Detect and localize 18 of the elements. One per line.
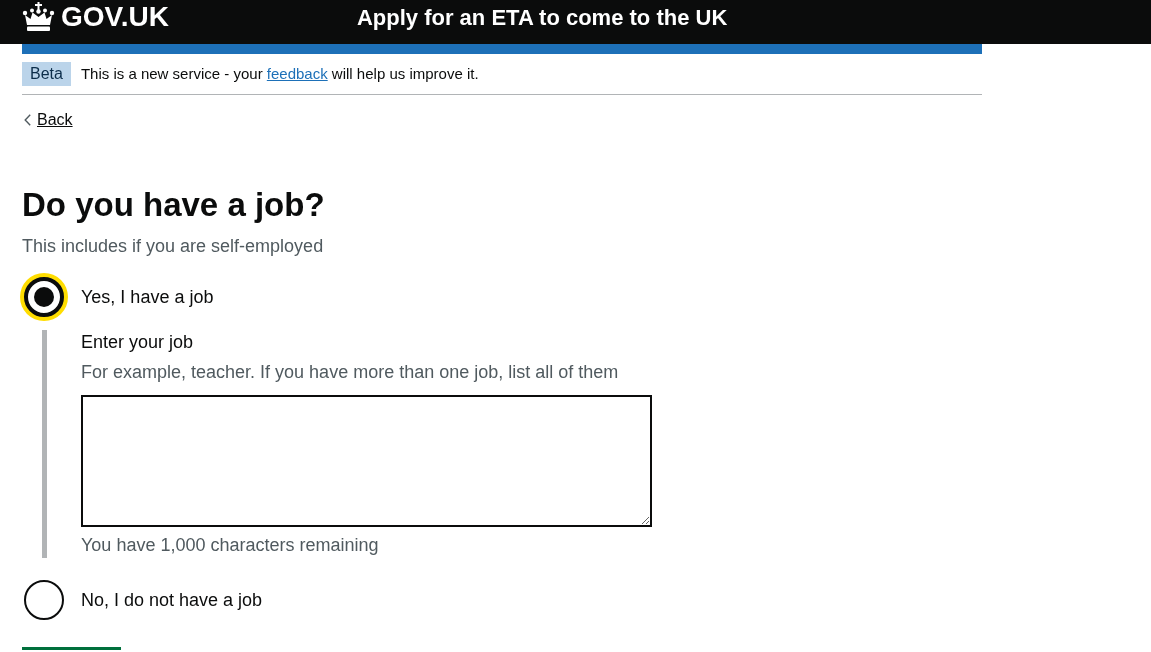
textarea-field[interactable] [81,395,652,527]
radio-button[interactable] [24,580,64,620]
radio-label[interactable]: Yes, I have a job [81,284,214,310]
radio-label[interactable]: No, I do not have a job [81,587,263,613]
feedback-link[interactable]: feedback [266,65,328,82]
page-heading: Do you have a job? [22,185,325,225]
field-label: Enter your job [81,331,194,354]
back-link[interactable]: Back [22,110,73,130]
chevron-left-icon [24,114,31,126]
home-link[interactable]: GOV.UK [22,0,169,33]
phase-tag: Beta [22,62,71,86]
character-count: You have 1,000 characters remaining [81,534,379,557]
phase-banner-text: This is a new service - your feedback will help us improve it. [80,64,479,84]
field-hint: For example, teacher. If you have more than one job, list all of them [81,361,619,384]
service-name-link[interactable]: Apply for an ETA to come to the UK [341,3,728,33]
question-hint: This includes if you are self-employed [22,235,324,258]
radio-button[interactable] [20,273,68,321]
crown-icon [22,1,55,32]
